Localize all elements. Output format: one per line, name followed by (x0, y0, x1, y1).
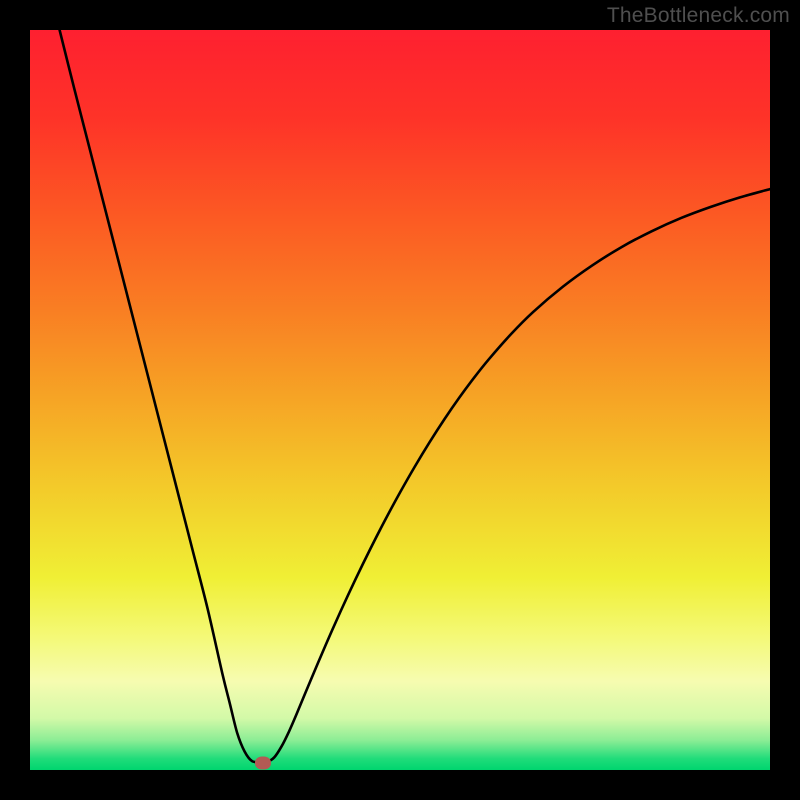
watermark-text: TheBottleneck.com (607, 4, 790, 28)
min-marker-dot (255, 756, 271, 769)
gradient-background (30, 30, 770, 770)
chart-frame: TheBottleneck.com (0, 0, 800, 800)
plot-svg (30, 30, 770, 770)
plot-area (30, 30, 770, 770)
